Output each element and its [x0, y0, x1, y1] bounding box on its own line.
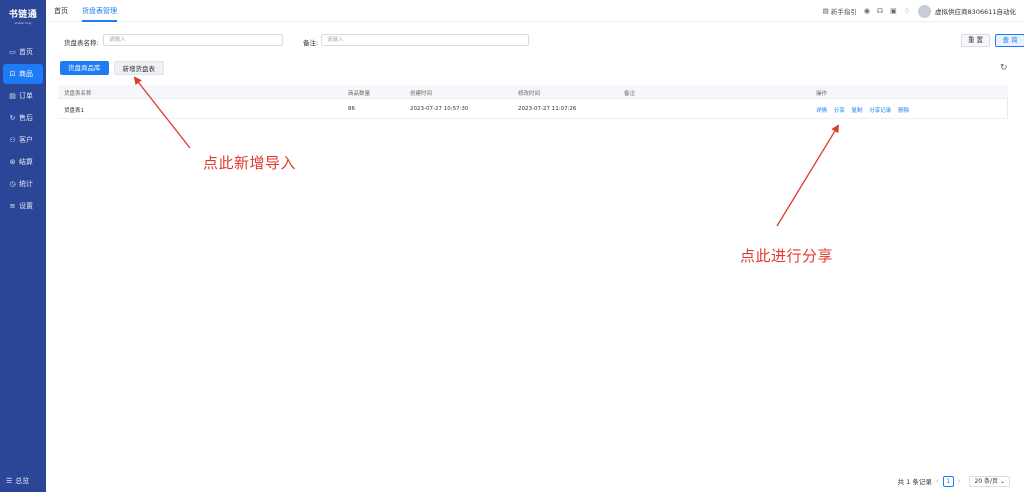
total-records: 共 1 条记录	[897, 478, 932, 486]
bell-icon[interactable]: ♢	[904, 7, 910, 15]
sidebar-item-label: 商品	[19, 70, 33, 78]
monitor-icon: ▭	[9, 48, 16, 56]
sidebar-item-customers[interactable]: ⚇ 客户	[3, 130, 43, 150]
logo: 书链通 shulian tong	[4, 7, 42, 25]
eye-icon[interactable]: ◉	[864, 7, 870, 15]
sidebar-item-label: 首页	[19, 48, 33, 56]
users-icon: ⚇	[9, 136, 16, 144]
reset-button[interactable]: 重 置	[961, 34, 990, 47]
copy-link[interactable]: 复制	[852, 108, 863, 114]
sidebar-item-orders[interactable]: ▤ 订单	[3, 86, 43, 106]
col-count: 商品数量	[348, 91, 371, 97]
sidebar-item-home[interactable]: ▭ 首页	[3, 42, 43, 62]
search-form: 货盘表名称: 请输入 备注: 请输入 重 置 查 询	[64, 34, 1024, 48]
import-annotation: 点此新增导入	[203, 154, 297, 172]
headset-icon[interactable]: ☊	[877, 7, 883, 15]
action-bar: 货盘商品库 新增货盘表	[60, 61, 164, 75]
app-root: 书链通 shulian tong ▭ 首页 ⊡ 商品 ▤ 订单 ↻ 售后 ⚇ 客…	[0, 0, 1024, 492]
sidebar-item-label: 客户	[19, 136, 33, 144]
top-right-tools: ▤ 新手指引 ◉ ☊ ▣ ♢ 虚拟供应商8306611自动化	[823, 0, 1016, 22]
page-size-select[interactable]: 20 条/页 ⌄	[969, 475, 1010, 487]
document-icon: ▤	[9, 92, 16, 100]
row-divider	[1007, 99, 1008, 119]
next-page-icon[interactable]: ›	[958, 477, 961, 485]
logo-subtext: shulian tong	[14, 21, 32, 25]
guide-link[interactable]: 新手指引	[831, 6, 857, 16]
col-remark: 备注	[624, 91, 636, 97]
tab-home[interactable]: 首页	[54, 0, 68, 22]
sidebar-item-aftersale[interactable]: ↻ 售后	[3, 108, 43, 128]
share-annotation: 点此进行分享	[740, 247, 834, 265]
table-header: 货盘表名称 商品数量 创建时间 修改时间 备注 操作	[58, 85, 1008, 99]
cell-name: 货盘表1	[64, 108, 84, 114]
name-label: 货盘表名称:	[64, 39, 99, 47]
query-button[interactable]: 查 询	[995, 34, 1024, 47]
sidebar-item-products[interactable]: ⊡ 商品	[3, 64, 43, 84]
share-record-link[interactable]: 分享记录	[869, 108, 891, 114]
sidebar: 书链通 shulian tong ▭ 首页 ⊡ 商品 ▤ 订单 ↻ 售后 ⚇ 客…	[0, 0, 46, 492]
delete-link[interactable]: 删除	[898, 108, 909, 114]
detail-link[interactable]: 详情	[816, 108, 827, 114]
sidebar-item-settlement[interactable]: ⊛ 结算	[3, 152, 43, 172]
settlement-icon: ⊛	[9, 158, 16, 166]
prev-page-icon[interactable]: ‹	[936, 477, 939, 485]
refresh-icon[interactable]: ↻	[1000, 63, 1008, 73]
name-input[interactable]: 请输入	[103, 34, 283, 46]
sidebar-nav: ▭ 首页 ⊡ 商品 ▤ 订单 ↻ 售后 ⚇ 客户 ⊛ 结算 ◷ 统计 ≡ 设置	[0, 40, 46, 218]
settings-icon: ≡	[9, 202, 16, 210]
clock-icon: ◷	[9, 180, 16, 188]
sidebar-item-label: 售后	[19, 114, 33, 122]
sidebar-item-settings[interactable]: ≡ 设置	[3, 196, 43, 216]
page-size-value: 20 条/页	[974, 477, 999, 485]
cell-created: 2023-07-27 10:57:30	[410, 106, 469, 112]
share-link[interactable]: 分享	[834, 108, 845, 114]
col-name: 货盘表名称	[64, 91, 92, 97]
add-pallet-button[interactable]: 新增货盘表	[113, 61, 164, 75]
refresh-icon: ↻	[9, 114, 16, 122]
menu-icon: ☰	[6, 477, 13, 485]
pallet-table: 货盘表名称 商品数量 创建时间 修改时间 备注 操作 货盘表1 86 2023-…	[58, 85, 1008, 119]
col-created: 创建时间	[410, 91, 433, 97]
cell-modified: 2023-07-27 11:07:26	[518, 106, 577, 112]
col-actions: 操作	[816, 91, 828, 97]
sidebar-item-statistics[interactable]: ◷ 统计	[3, 174, 43, 194]
main-content: 货盘表名称: 请输入 备注: 请输入 重 置 查 询 货盘商品库 新增货盘表 ↻…	[46, 22, 1024, 492]
sidebar-bottom-label: 总览	[15, 477, 30, 485]
guide-icon: ▤	[822, 7, 829, 15]
pagination: 共 1 条记录 ‹ 1 › 20 条/页 ⌄	[898, 475, 1010, 487]
top-bar: 首页 货盘表管理 ▤ 新手指引 ◉ ☊ ▣ ♢ 虚拟供应商8306611自动化	[46, 0, 1024, 22]
tab-pallet-management[interactable]: 货盘表管理	[82, 0, 117, 22]
bag-icon: ⊡	[9, 70, 16, 78]
username[interactable]: 虚拟供应商8306611自动化	[935, 6, 1016, 16]
sidebar-item-label: 订单	[19, 92, 33, 100]
notes-icon[interactable]: ▣	[890, 7, 897, 15]
logo-text: 书链通	[8, 10, 38, 20]
page-number[interactable]: 1	[942, 475, 954, 487]
remark-label: 备注:	[303, 39, 319, 47]
remark-input[interactable]: 请输入	[321, 34, 529, 46]
sidebar-item-label: 统计	[19, 180, 33, 188]
table-row: 货盘表1 86 2023-07-27 10:57:30 2023-07-27 1…	[58, 99, 1008, 119]
sidebar-overview[interactable]: ☰ 总览	[6, 476, 29, 486]
sidebar-item-label: 结算	[19, 158, 33, 166]
cell-actions: 详情 分享 复制 分享记录 删除	[816, 106, 914, 114]
cell-count: 86	[348, 106, 355, 112]
top-nav: 首页 货盘表管理	[54, 0, 131, 22]
avatar[interactable]	[918, 4, 932, 18]
pallet-library-button[interactable]: 货盘商品库	[60, 61, 109, 75]
col-modified: 修改时间	[518, 91, 541, 97]
sidebar-item-label: 设置	[19, 202, 33, 210]
